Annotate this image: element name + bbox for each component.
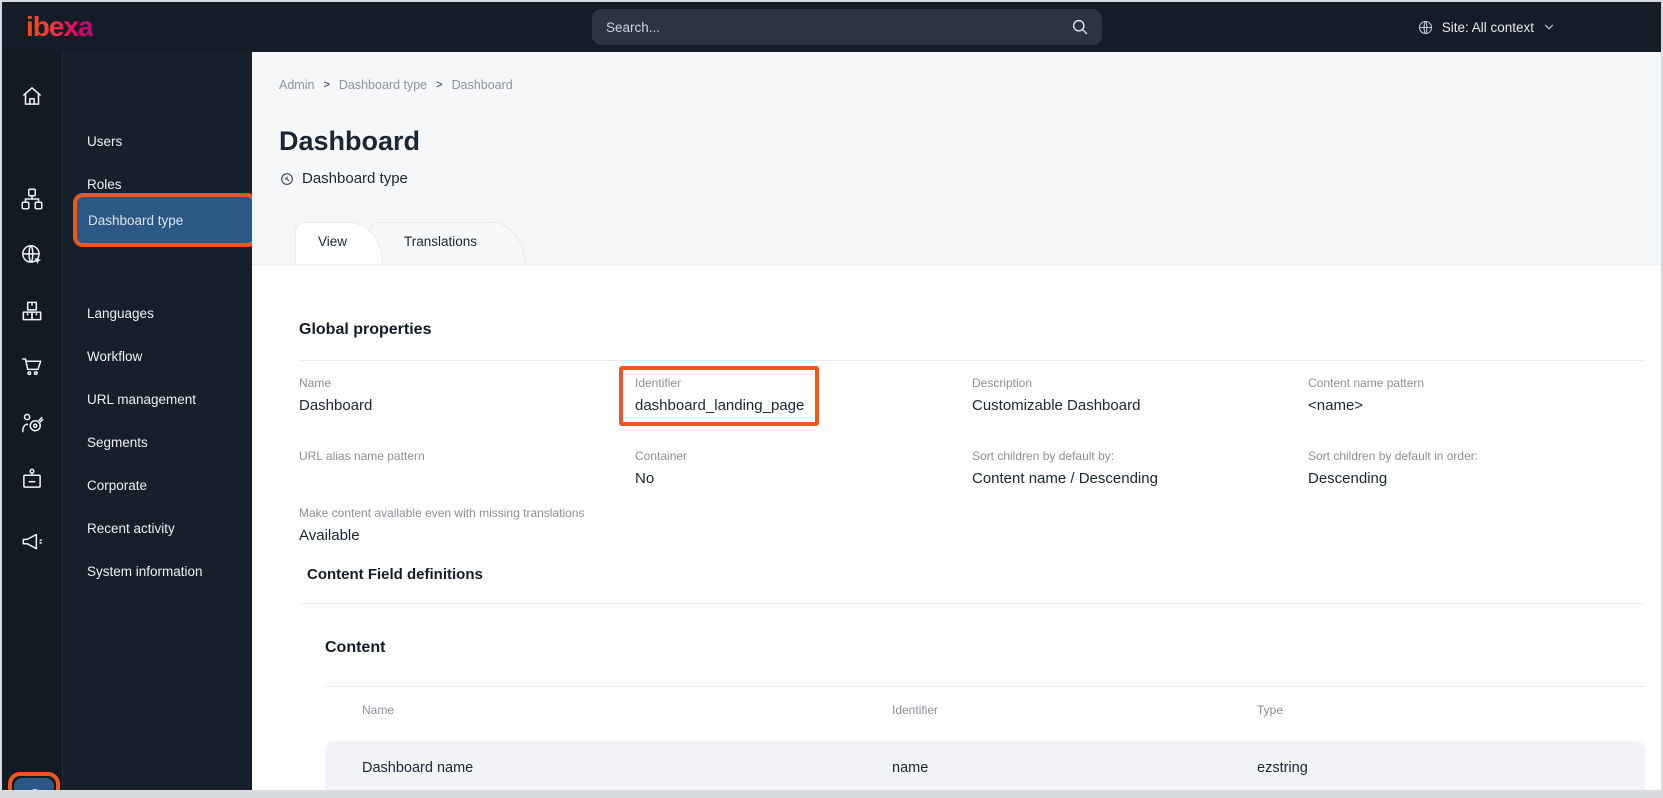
breadcrumb-dashboard-type[interactable]: Dashboard type: [339, 78, 427, 92]
page-subtitle-label: Dashboard type: [302, 170, 408, 187]
table-header-type: Type: [1257, 703, 1284, 717]
field-identifier-value: dashboard_landing_page: [635, 397, 805, 414]
field-sort-order: Sort children by default in order: Desce…: [1308, 449, 1628, 487]
customer-target-icon: [22, 413, 44, 433]
divider: [299, 603, 1645, 604]
sidebar-item-segments[interactable]: Segments: [87, 431, 148, 455]
tab-view-label: View: [318, 234, 348, 249]
field-description-label: Description: [972, 376, 1033, 390]
field-definitions-heading: Content Field definitions: [307, 566, 483, 583]
content-type-icon: [281, 172, 293, 185]
field-url-alias-pattern-label: URL alias name pattern: [299, 449, 425, 463]
field-identifier: Identifier dashboard_landing_page: [635, 376, 955, 414]
breadcrumb-current: Dashboard: [451, 78, 513, 92]
field-sort-order-label: Sort children by default in order:: [1308, 449, 1479, 463]
home-icon: [22, 87, 42, 105]
cell-field-identifier: name: [892, 760, 929, 776]
field-description-value: Customizable Dashboard: [972, 397, 1141, 414]
divider: [325, 686, 1645, 687]
field-group-heading: Content: [325, 639, 386, 656]
sidebar-item-workflow[interactable]: Workflow: [87, 345, 142, 369]
ibexa-logo[interactable]: ibexa: [26, 11, 94, 43]
sidebar-item-url-management[interactable]: URL management: [87, 388, 196, 412]
top-bar: ibexa Site: All context: [2, 2, 1661, 52]
breadcrumb-separator: >: [323, 79, 330, 91]
page-subtitle: Dashboard type: [279, 170, 408, 187]
sidebar-item-users[interactable]: Users: [87, 130, 122, 154]
sidebar-item-recent-activity[interactable]: Recent activity: [87, 517, 175, 541]
field-name: Name Dashboard: [299, 376, 619, 414]
field-description: Description Customizable Dashboard: [972, 376, 1292, 414]
search-icon[interactable]: [1070, 17, 1090, 37]
field-container-value: No: [635, 470, 655, 487]
view-panel: Global properties Name Dashboard Identif…: [252, 264, 1661, 795]
field-name-label: Name: [299, 376, 332, 390]
megaphone-icon: [22, 533, 42, 550]
field-sort-by: Sort children by default by: Content nam…: [972, 449, 1292, 487]
field-url-alias-pattern: URL alias name pattern: [299, 449, 619, 485]
app-window: ibexa Site: All context: [0, 0, 1663, 798]
table-row: Dashboard name name ezstring: [325, 741, 1645, 795]
site-globe-icon: [22, 245, 42, 264]
field-content-name-pattern-value: <name>: [1308, 397, 1364, 414]
field-availability: Make content available even with missing…: [299, 506, 719, 544]
shopping-cart-icon: [22, 358, 42, 376]
rail-item-customer-segments[interactable]: [19, 410, 45, 436]
admin-sidebar: Users Roles Dashboards Dashboard type La…: [62, 52, 257, 790]
window-bottom-edge: [2, 790, 1661, 796]
site-context-label: Site: All context: [1441, 19, 1534, 35]
page-title: Dashboard: [279, 126, 421, 156]
divider: [299, 360, 1645, 361]
field-availability-value: Available: [299, 527, 360, 544]
breadcrumb-separator: >: [436, 79, 443, 91]
tab-translations[interactable]: Translations: [369, 222, 525, 264]
rail-item-commerce[interactable]: [19, 352, 45, 378]
cell-field-type: ezstring: [1257, 760, 1308, 776]
field-sort-by-label: Sort children by default by:: [972, 449, 1115, 463]
field-sort-by-value: Content name / Descending: [972, 470, 1158, 487]
chevron-down-icon: [1544, 24, 1554, 30]
table-header-identifier: Identifier: [892, 703, 939, 717]
sidebar-item-languages[interactable]: Languages: [87, 302, 154, 326]
field-sort-order-value: Descending: [1308, 470, 1388, 487]
sidebar-item-corporate[interactable]: Corporate: [87, 474, 147, 498]
field-name-value: Dashboard: [299, 397, 373, 414]
rail-item-site[interactable]: [19, 242, 45, 268]
annotation-highlight-dashboard-type: Dashboard type: [73, 193, 257, 247]
tab-translations-label: Translations: [404, 234, 478, 249]
sidebar-item-dashboard-type[interactable]: Dashboard type: [77, 213, 183, 228]
field-container: Container No: [635, 449, 955, 487]
main-nav-rail: [2, 52, 62, 796]
rail-item-announcements[interactable]: [19, 528, 45, 554]
breadcrumb-admin[interactable]: Admin: [279, 78, 314, 92]
global-properties-heading: Global properties: [299, 321, 432, 338]
table-header-name: Name: [362, 703, 395, 717]
globe-icon: [1418, 20, 1432, 34]
tab-bar: View Translations: [295, 222, 525, 264]
search-input[interactable]: [592, 19, 1070, 35]
rail-item-content-structure[interactable]: [19, 186, 45, 212]
field-container-label: Container: [635, 449, 688, 463]
global-search: [592, 9, 1102, 45]
cell-field-name: Dashboard name: [362, 760, 474, 776]
rail-item-product-catalog[interactable]: [19, 298, 45, 324]
field-availability-label: Make content available even with missing…: [299, 506, 585, 520]
field-url-alias-pattern-value: [299, 470, 619, 485]
field-content-name-pattern: Content name pattern <name>: [1308, 376, 1628, 414]
site-context-selector[interactable]: Site: All context: [1417, 2, 1556, 52]
sidebar-item-system-information[interactable]: System information: [87, 560, 203, 584]
rail-item-home[interactable]: [19, 83, 45, 109]
content-structure-icon: [21, 188, 43, 210]
id-badge-icon: [23, 468, 41, 488]
breadcrumb: Admin > Dashboard type > Dashboard: [279, 78, 513, 92]
field-content-name-pattern-label: Content name pattern: [1308, 376, 1425, 390]
field-identifier-label: Identifier: [635, 376, 682, 390]
rail-item-corporate-account[interactable]: [19, 466, 45, 492]
product-catalog-icon: [22, 301, 42, 321]
